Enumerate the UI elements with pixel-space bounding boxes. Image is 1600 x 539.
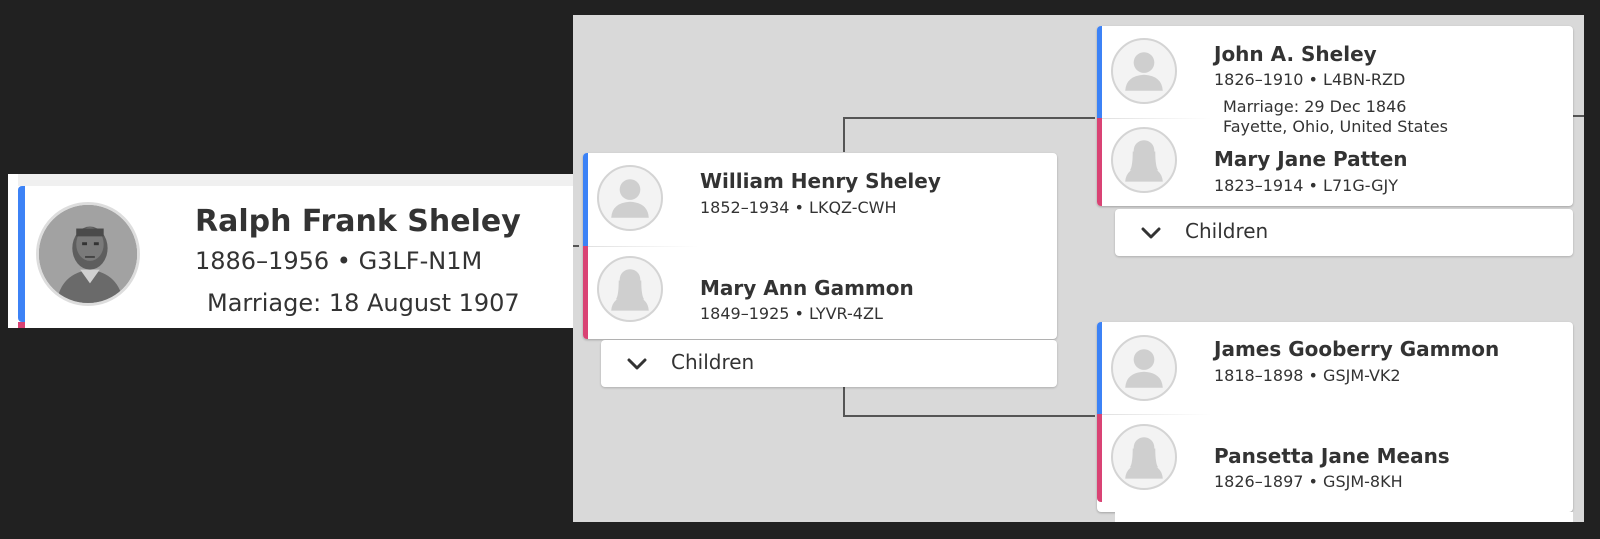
children-button[interactable]: Children	[1115, 209, 1573, 256]
portrait-photo[interactable]	[36, 202, 140, 306]
marriage-place: Fayette, Ohio, United States	[1223, 117, 1448, 136]
female-indicator-bar	[18, 322, 25, 328]
person-silhouette-icon	[597, 165, 663, 231]
person-name[interactable]: William Henry Sheley	[700, 169, 941, 193]
person-name[interactable]: James Gooberry Gammon	[1214, 337, 1499, 361]
children-label: Children	[1185, 219, 1269, 243]
children-button-peek	[1115, 512, 1573, 522]
female-indicator-bar	[583, 246, 588, 339]
connector-line	[843, 117, 1095, 119]
connector-line	[573, 245, 579, 247]
person-name[interactable]: Mary Ann Gammon	[700, 276, 914, 300]
person-silhouette-icon	[1111, 424, 1177, 490]
female-indicator-bar	[1097, 414, 1102, 502]
paternal-grandparents-card: John A. Sheley 1826–1910 • L4BN-RZD Mary…	[1097, 26, 1573, 206]
chevron-down-icon	[1141, 227, 1161, 239]
marriage-note: Marriage: 29 Dec 1846 Fayette, Ohio, Uni…	[1223, 97, 1448, 137]
connector-line	[843, 117, 845, 152]
person-name[interactable]: Mary Jane Patten	[1214, 147, 1408, 171]
person-name[interactable]: John A. Sheley	[1214, 42, 1377, 66]
person-dates-id: 1826–1910 • L4BN-RZD	[1214, 70, 1406, 89]
person-dates-id: 1852–1934 • LKQZ-CWH	[700, 198, 897, 217]
person-dates-id: 1886–1956 • G3LF-N1M	[195, 247, 483, 275]
person-dates-id: 1826–1897 • GSJM-8KH	[1214, 472, 1403, 491]
chevron-down-icon	[627, 358, 647, 370]
children-button[interactable]: Children	[601, 340, 1057, 387]
grandfather-person[interactable]: James Gooberry Gammon 1818–1898 • GSJM-V…	[1097, 322, 1573, 414]
marriage-date: Marriage: 29 Dec 1846	[1223, 97, 1407, 116]
pedigree-panel: William Henry Sheley 1852–1934 • LKQZ-CW…	[573, 15, 1584, 522]
grandmother-person[interactable]: Pansetta Jane Means 1826–1897 • GSJM-8KH	[1097, 414, 1573, 502]
connector-line	[843, 385, 845, 417]
mother-person[interactable]: Mary Ann Gammon 1849–1925 • LYVR-4ZL	[583, 246, 1057, 339]
children-label: Children	[671, 350, 755, 374]
person-name[interactable]: Pansetta Jane Means	[1214, 444, 1450, 468]
person-dates-id: 1849–1925 • LYVR-4ZL	[700, 304, 883, 323]
parents-couple-card: William Henry Sheley 1852–1934 • LKQZ-CW…	[583, 153, 1057, 339]
card-left-notch	[8, 174, 18, 328]
marriage-info: Marriage: 18 August 1907	[207, 289, 520, 317]
card-top-strip	[8, 174, 574, 186]
focus-person-card[interactable]: Ralph Frank Sheley 1886–1956 • G3LF-N1M …	[8, 174, 574, 328]
male-indicator-bar	[1097, 26, 1102, 118]
person-silhouette-icon	[597, 256, 663, 322]
person-dates-id: 1818–1898 • GSJM-VK2	[1214, 366, 1401, 385]
person-silhouette-icon	[1111, 38, 1177, 104]
connector-line	[843, 415, 1095, 417]
father-person[interactable]: William Henry Sheley 1852–1934 • LKQZ-CW…	[583, 153, 1057, 246]
person-name[interactable]: Ralph Frank Sheley	[195, 204, 521, 239]
person-silhouette-icon	[1111, 127, 1177, 193]
female-indicator-bar	[1097, 118, 1102, 206]
person-silhouette-icon	[1111, 335, 1177, 401]
portrait-image	[39, 205, 137, 303]
male-indicator-bar	[1097, 322, 1102, 414]
male-indicator-bar	[18, 186, 25, 322]
male-indicator-bar	[583, 153, 588, 246]
person-dates-id: 1823–1914 • L71G-GJY	[1214, 176, 1398, 195]
maternal-grandparents-card: James Gooberry Gammon 1818–1898 • GSJM-V…	[1097, 322, 1573, 512]
